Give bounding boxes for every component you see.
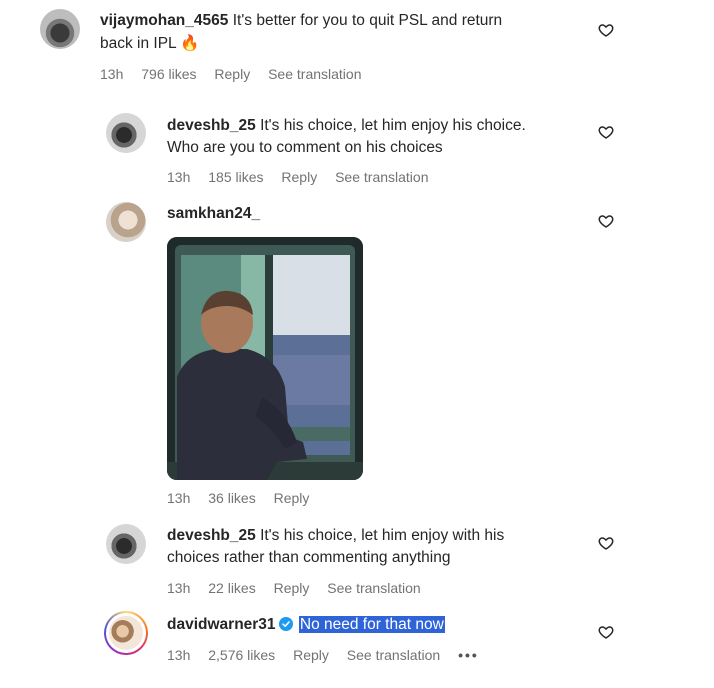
like-count[interactable]: 22 likes bbox=[208, 580, 255, 596]
comment-time: 13h bbox=[167, 580, 191, 596]
verified-badge-icon bbox=[278, 617, 293, 631]
reply-button[interactable]: Reply bbox=[274, 490, 310, 506]
comment-photo[interactable] bbox=[167, 237, 363, 480]
reply-button[interactable]: Reply bbox=[214, 66, 250, 82]
heart-outline-icon[interactable] bbox=[598, 22, 614, 38]
heart-outline-icon[interactable] bbox=[598, 124, 614, 140]
comment-text: No need for that now bbox=[298, 616, 445, 633]
comment-time: 13h bbox=[167, 647, 191, 663]
comment-text: It's his choice, let him enjoy his choic… bbox=[260, 117, 526, 134]
see-translation-link[interactable]: See translation bbox=[268, 66, 361, 82]
like-count[interactable]: 796 likes bbox=[141, 66, 196, 82]
like-count[interactable]: 185 likes bbox=[208, 169, 263, 185]
avatar[interactable] bbox=[106, 613, 146, 653]
avatar[interactable] bbox=[40, 9, 80, 49]
comment-username[interactable]: deveshb_25 bbox=[167, 117, 256, 134]
like-count[interactable]: 2,576 likes bbox=[208, 647, 275, 663]
comment-text: It's better for you to quit PSL and retu… bbox=[232, 12, 503, 29]
see-translation-link[interactable]: See translation bbox=[335, 169, 428, 185]
comment-text-continued: back in IPL bbox=[100, 35, 177, 52]
heart-outline-icon[interactable] bbox=[598, 624, 614, 640]
photo-content bbox=[167, 237, 363, 480]
heart-outline-icon[interactable] bbox=[598, 535, 614, 551]
comment-username[interactable]: samkhan24_ bbox=[167, 205, 260, 222]
comment-time: 13h bbox=[167, 490, 191, 506]
avatar[interactable] bbox=[106, 113, 146, 153]
comment-time: 13h bbox=[167, 169, 191, 185]
comment-text: It's his choice, let him enjoy with his bbox=[260, 527, 505, 544]
reply-button[interactable]: Reply bbox=[293, 647, 329, 663]
comment-time: 13h bbox=[100, 66, 124, 82]
see-translation-link[interactable]: See translation bbox=[327, 580, 420, 596]
comment-username[interactable]: davidwarner31 bbox=[167, 616, 276, 633]
comment-text-continued: Who are you to comment on his choices bbox=[167, 139, 443, 156]
reply-button[interactable]: Reply bbox=[281, 169, 317, 185]
reply-button[interactable]: Reply bbox=[274, 580, 310, 596]
comment-username[interactable]: vijaymohan_4565 bbox=[100, 12, 228, 29]
comment-text-continued: choices rather than commenting anything bbox=[167, 549, 451, 566]
avatar[interactable] bbox=[106, 202, 146, 242]
comment-username[interactable]: deveshb_25 bbox=[167, 527, 256, 544]
more-options-icon[interactable]: ••• bbox=[458, 647, 479, 663]
heart-outline-icon[interactable] bbox=[598, 213, 614, 229]
avatar[interactable] bbox=[106, 524, 146, 564]
fire-emoji: 🔥 bbox=[180, 35, 200, 52]
like-count[interactable]: 36 likes bbox=[208, 490, 255, 506]
see-translation-link[interactable]: See translation bbox=[347, 647, 440, 663]
